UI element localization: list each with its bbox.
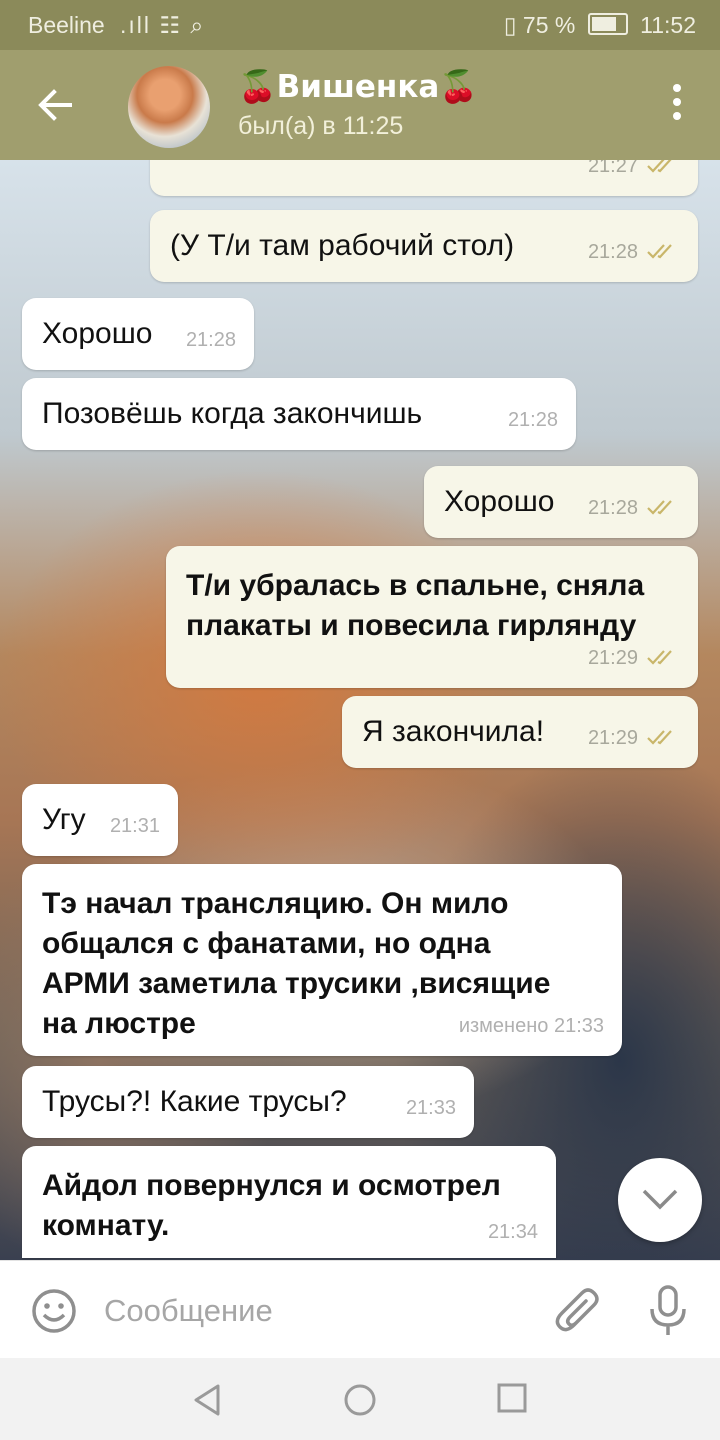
read-checks-icon	[647, 244, 672, 259]
message-text: Угу	[42, 803, 86, 836]
message-meta: 21:28	[588, 488, 680, 528]
message-text: Хорошо	[42, 317, 153, 350]
message-outgoing[interactable]: спальне 21:27	[150, 160, 698, 196]
battery-percent: 75 %	[522, 12, 576, 38]
message-line: Т/и убралась в спальне, сняла	[186, 569, 645, 602]
message-outgoing[interactable]: Т/и убралась в спальне, сняла плакаты и …	[166, 546, 698, 688]
message-meta: 21:29	[588, 638, 680, 678]
message-line: плакаты и повесила гирлянду	[186, 609, 637, 642]
system-nav-bar	[0, 1358, 720, 1440]
message-outgoing[interactable]: (У Т/и там рабочий стол) 21:28	[150, 210, 698, 282]
status-bar: Beeline .ıll ☷ ⌕ ▯ 75 % 11:52	[0, 0, 720, 50]
message-time: 21:28	[507, 409, 558, 431]
smiley-icon	[32, 1289, 76, 1333]
read-checks-icon	[647, 160, 672, 173]
more-menu-button[interactable]	[670, 84, 684, 128]
message-time: 21:31	[109, 815, 160, 837]
message-outgoing[interactable]: Хорошо 21:28	[424, 466, 698, 538]
message-line: комнату.	[42, 1209, 170, 1242]
message-text: спальне	[170, 160, 284, 168]
message-line: общался с фанатами, но одна	[42, 927, 491, 960]
message-text: Я закончила!	[362, 715, 545, 748]
clock: 11:52	[640, 12, 696, 38]
message-input[interactable]	[104, 1289, 524, 1333]
message-time: 21:34	[487, 1221, 538, 1243]
avatar[interactable]	[128, 66, 210, 148]
carrier-label: Beeline	[28, 12, 105, 38]
arrow-left-icon	[38, 89, 72, 121]
message-time: 21:28	[185, 329, 236, 351]
chevron-down-icon	[642, 1189, 678, 1210]
nav-back-icon[interactable]	[190, 1382, 226, 1418]
last-seen-status: был(а) в 11:25	[238, 112, 404, 140]
read-checks-icon	[647, 650, 672, 665]
message-line: Айдол повернулся и осмотрел	[42, 1169, 501, 1202]
message-time: 21:33	[405, 1097, 456, 1119]
status-right: ▯ 75 % 11:52	[504, 12, 696, 39]
message-meta: 21:29	[588, 718, 680, 758]
message-time: 21:29	[587, 727, 638, 749]
chat-title[interactable]: 🍒Вишенка🍒	[238, 68, 478, 105]
message-incoming[interactable]: Айдол повернулся и осмотрел комнату. 21:…	[22, 1146, 556, 1258]
microphone-icon	[650, 1285, 686, 1335]
message-text: (У Т/и там рабочий стол)	[170, 229, 515, 262]
voice-button[interactable]	[646, 1283, 690, 1339]
vibrate-icon: ▯	[503, 12, 517, 38]
message-text: Позовёшь когда закончишь	[42, 397, 423, 430]
more-vert-icon	[670, 84, 684, 120]
back-button[interactable]	[30, 80, 80, 130]
message-time: изменено 21:33	[458, 1015, 604, 1037]
message-text: Хорошо	[444, 485, 555, 518]
chat-header: 🍒Вишенка🍒 был(а) в 11:25	[0, 50, 720, 160]
composer-bar	[0, 1260, 720, 1359]
read-checks-icon	[647, 730, 672, 745]
message-incoming[interactable]: Угу 21:31	[22, 784, 178, 856]
paperclip-icon	[555, 1288, 599, 1332]
message-time: 21:28	[587, 241, 638, 263]
message-list[interactable]: спальне 21:27 (У Т/и там рабочий стол) 2…	[0, 160, 720, 1260]
message-time: 21:27	[587, 160, 638, 177]
message-text: Трусы?! Какие трусы?	[42, 1085, 347, 1118]
message-text: Айдол повернулся и осмотрел комнату.	[42, 1166, 501, 1246]
scroll-down-button[interactable]	[618, 1158, 702, 1242]
emoji-button[interactable]	[30, 1287, 78, 1335]
read-checks-icon	[647, 500, 672, 515]
message-time: 21:28	[587, 497, 638, 519]
message-incoming[interactable]: Позовёшь когда закончишь 21:28	[22, 378, 576, 450]
message-meta: 21:28	[588, 232, 680, 272]
battery-icon	[587, 13, 628, 35]
signal-wifi-icons: .ıll ☷ ⌕	[120, 12, 206, 38]
nav-home-icon[interactable]	[342, 1382, 378, 1418]
message-text: Т/и убралась в спальне, сняла плакаты и …	[186, 566, 644, 646]
attach-button[interactable]	[554, 1285, 602, 1337]
nav-recents-icon[interactable]	[496, 1382, 528, 1414]
message-line: АРМИ заметила трусики ,висящие	[42, 967, 551, 1000]
message-outgoing[interactable]: Я закончила! 21:29	[342, 696, 698, 768]
message-incoming[interactable]: Трусы?! Какие трусы? 21:33	[22, 1066, 474, 1138]
message-meta: 21:27	[588, 160, 680, 186]
message-incoming[interactable]: Тэ начал трансляцию. Он мило общался с ф…	[22, 864, 622, 1056]
message-incoming[interactable]: Хорошо 21:28	[22, 298, 254, 370]
message-line: Тэ начал трансляцию. Он мило	[42, 887, 509, 920]
message-time: 21:29	[587, 647, 638, 669]
